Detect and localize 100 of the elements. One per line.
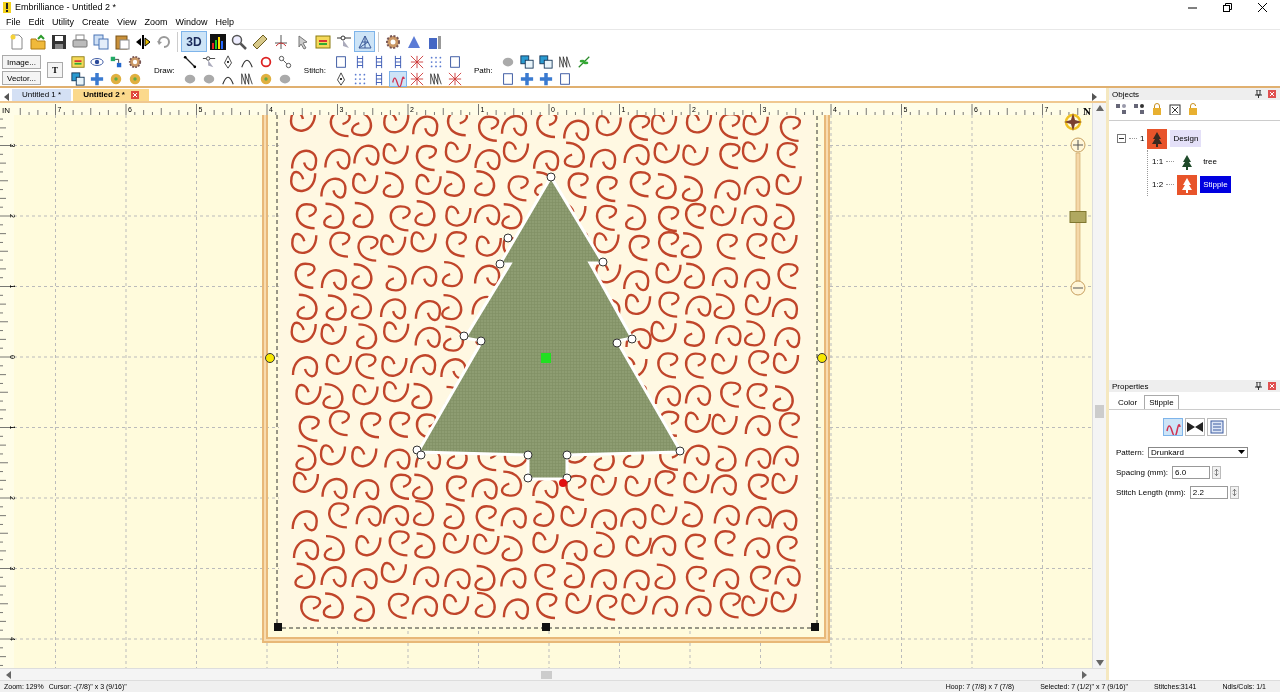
plus-shape-icon — [519, 70, 534, 87]
document-tab[interactable]: Untitled 1 * — [12, 88, 72, 101]
app-icon — [3, 1, 11, 13]
collapse-icon[interactable] — [1117, 134, 1126, 144]
squiggle-mode-button[interactable] — [1162, 418, 1183, 437]
item-number: 1:2 — [1152, 180, 1164, 190]
menu-item[interactable]: File — [2, 16, 25, 27]
panel-tab[interactable]: Color — [1113, 395, 1143, 411]
spin-button-icon[interactable] — [1229, 485, 1239, 499]
node-handle[interactable] — [503, 233, 513, 243]
resize-handle[interactable] — [817, 352, 827, 363]
squiggle-tool-button[interactable] — [389, 70, 408, 87]
menu-item[interactable]: Create — [78, 16, 114, 27]
node-handle[interactable] — [495, 259, 505, 269]
end-point-marker[interactable] — [559, 478, 567, 487]
wireframe-icon — [356, 33, 373, 50]
bottle-icon — [426, 33, 443, 50]
pattern-dropdown[interactable]: Drunkard — [1148, 446, 1248, 458]
field-label: Spacing (mm): — [1116, 467, 1168, 477]
overlap-squares-icon — [519, 53, 534, 70]
new-page-icon — [8, 33, 25, 50]
menu-item[interactable]: View — [113, 16, 141, 27]
resize-handle[interactable] — [265, 352, 275, 363]
overlap-squares-icon — [538, 53, 553, 70]
text-button[interactable]: T — [46, 62, 63, 79]
resize-handle[interactable] — [274, 622, 282, 631]
menu-item[interactable]: Utility — [48, 16, 79, 27]
field-label: Pattern: — [1116, 447, 1144, 457]
scroll-up-icon[interactable] — [1096, 104, 1104, 111]
ruler-unit: IN — [2, 105, 10, 115]
group-icon[interactable] — [1115, 103, 1127, 116]
pin-icon[interactable] — [1255, 90, 1262, 99]
magnifier-icon — [230, 33, 247, 50]
scroll-right-icon[interactable] — [1082, 670, 1088, 679]
color-bars-button[interactable] — [207, 31, 228, 53]
tree-item[interactable]: tree — [1200, 153, 1220, 171]
clipboard-icon — [113, 33, 130, 50]
tree-item[interactable]: Design — [1170, 130, 1202, 148]
group-label: Draw: — [153, 65, 175, 75]
menu-item[interactable]: Window — [171, 16, 212, 27]
number-field[interactable]: 6.0 — [1172, 465, 1210, 479]
node-handle[interactable] — [562, 473, 572, 483]
bow-icon — [1186, 422, 1203, 433]
menu-item[interactable]: Zoom — [140, 16, 172, 27]
3d-view-button[interactable]: 3D — [181, 31, 207, 53]
crosshatch-icon — [410, 53, 425, 70]
square-icon — [557, 70, 572, 87]
vector-button[interactable]: Vector... — [2, 71, 41, 86]
resize-handle[interactable] — [811, 622, 819, 631]
document-tab[interactable]: Untitled 2 * — [73, 88, 149, 101]
zoom-slider-track[interactable] — [1075, 152, 1081, 281]
tree-item[interactable]: Stipple — [1200, 176, 1231, 194]
document-icon — [1209, 420, 1224, 435]
dropdown-arrow-icon — [1238, 449, 1245, 455]
card-icon — [314, 33, 331, 50]
scroll-left-icon[interactable] — [4, 92, 10, 101]
panel-title: Properties — [1112, 381, 1149, 391]
number-field[interactable]: 2.2 — [1189, 485, 1228, 499]
wireframe-button[interactable] — [354, 31, 375, 53]
menu-item[interactable]: Edit — [24, 16, 49, 27]
plus-shape-icon — [89, 70, 104, 87]
node-edit-icon — [335, 33, 352, 50]
scrollbar-thumb[interactable] — [541, 670, 552, 679]
scroll-right-icon[interactable] — [1092, 92, 1098, 101]
lock-icon[interactable] — [1151, 103, 1163, 116]
square-icon — [500, 70, 515, 87]
scroll-left-icon[interactable] — [6, 670, 12, 679]
overlap-squares-tool-button[interactable] — [68, 70, 87, 87]
folder-icon — [29, 33, 46, 50]
card-icon — [70, 53, 85, 70]
card-tool-button[interactable] — [68, 53, 87, 70]
node-handle[interactable] — [598, 257, 608, 267]
crosshatch-icon — [410, 70, 425, 87]
delete-icon[interactable] — [1169, 103, 1181, 116]
zoom-slider-thumb[interactable] — [1069, 210, 1087, 223]
restore-icon[interactable] — [1223, 2, 1232, 12]
save-icon — [50, 33, 67, 50]
node-handle[interactable] — [523, 450, 533, 460]
overlap-squares-tool-button[interactable] — [536, 53, 555, 70]
image-button[interactable]: Image... — [2, 55, 41, 70]
node-handle[interactable] — [675, 446, 685, 456]
node-handle[interactable] — [523, 473, 533, 483]
compass-label: N — [1083, 104, 1091, 117]
ungroup-icon[interactable] — [1133, 103, 1145, 116]
bow-mode-button[interactable] — [1184, 418, 1205, 437]
spin-button-icon[interactable] — [1212, 465, 1221, 479]
resize-handle[interactable] — [542, 622, 550, 631]
close-icon[interactable] — [1258, 2, 1267, 12]
overlap-squares-icon — [70, 70, 85, 87]
square-icon — [334, 53, 349, 70]
node-handle[interactable] — [546, 172, 556, 182]
menu-item[interactable]: Help — [211, 16, 238, 27]
copy-icon — [92, 33, 109, 50]
scrollbar-thumb[interactable] — [1095, 404, 1104, 418]
overlap-squares-tool-button[interactable] — [517, 53, 536, 70]
compass-icon[interactable] — [1064, 112, 1082, 131]
center-handle[interactable] — [541, 352, 551, 363]
minus-icon — [1072, 287, 1084, 289]
pin-icon[interactable] — [1255, 382, 1262, 391]
node-handle[interactable] — [562, 450, 572, 460]
